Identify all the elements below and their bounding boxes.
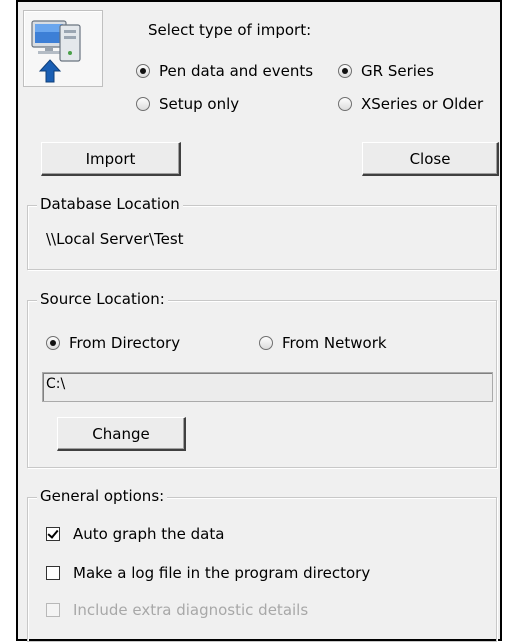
change-button[interactable]: Change	[57, 417, 186, 451]
radio-indicator[interactable]	[338, 64, 352, 78]
import-button-label: Import	[85, 149, 136, 168]
radio-label: From Network	[282, 334, 387, 352]
database-location-group: Database Location \\Local Server\Test	[27, 195, 497, 270]
source-location-group: Source Location: From Directory From Net…	[27, 290, 497, 468]
radio-label: From Directory	[69, 334, 181, 352]
radio-indicator[interactable]	[46, 336, 60, 350]
source-location-title: Source Location:	[37, 290, 168, 308]
radio-gr-series[interactable]: GR Series	[338, 62, 434, 80]
radio-label: GR Series	[361, 62, 434, 80]
source-path-field[interactable]: C:\	[42, 372, 493, 402]
checkbox-auto-graph[interactable]: Auto graph the data	[46, 525, 224, 543]
general-options-title: General options:	[37, 487, 168, 505]
radio-indicator[interactable]	[259, 336, 273, 350]
radio-setup-only[interactable]: Setup only	[136, 95, 239, 113]
radio-from-directory[interactable]: From Directory	[46, 334, 180, 352]
checkbox-label: Include extra diagnostic details	[73, 601, 309, 619]
checkbox-indicator	[46, 603, 60, 617]
checkbox-log-file[interactable]: Make a log file in the program directory	[46, 564, 370, 582]
import-button[interactable]: Import	[41, 142, 181, 176]
database-path: \\Local Server\Test	[46, 230, 184, 248]
checkbox-indicator[interactable]	[46, 566, 60, 580]
radio-label: XSeries or Older	[361, 95, 484, 113]
close-button[interactable]: Close	[362, 142, 499, 176]
radio-indicator[interactable]	[136, 97, 150, 111]
radio-xseries-or-older[interactable]: XSeries or Older	[338, 95, 483, 113]
checkbox-label: Auto graph the data	[73, 525, 225, 543]
change-button-label: Change	[92, 424, 150, 443]
close-button-label: Close	[409, 149, 451, 168]
radio-pen-data-and-events[interactable]: Pen data and events	[136, 62, 313, 80]
radio-label: Setup only	[159, 95, 240, 113]
import-dialog: Select type of import: Pen data and even…	[16, 0, 502, 642]
computer-import-icon	[23, 10, 103, 87]
radio-indicator[interactable]	[136, 64, 150, 78]
radio-indicator[interactable]	[338, 97, 352, 111]
general-options-group: General options: Auto graph the data Mak…	[27, 487, 497, 642]
checkbox-label: Make a log file in the program directory	[73, 564, 371, 582]
import-type-heading: Select type of import:	[148, 21, 312, 39]
checkbox-indicator[interactable]	[46, 527, 60, 541]
radio-label: Pen data and events	[159, 62, 314, 80]
radio-from-network[interactable]: From Network	[259, 334, 387, 352]
database-location-title: Database Location	[37, 195, 183, 213]
checkbox-extra-diagnostics: Include extra diagnostic details	[46, 601, 308, 619]
